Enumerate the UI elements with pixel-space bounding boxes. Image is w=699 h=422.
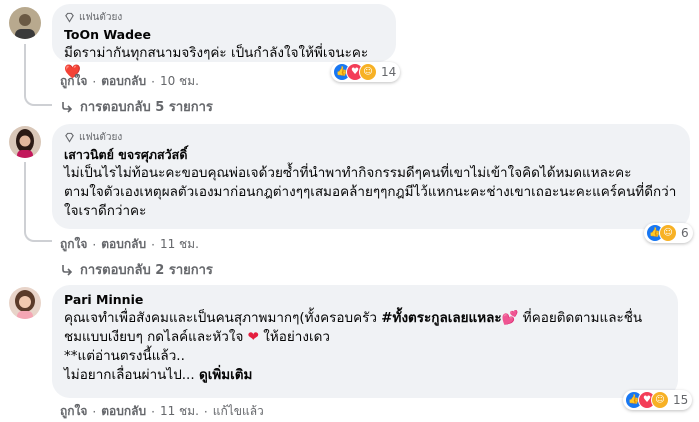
- comment-bubble: แฟนตัวยง เสาวนิตย์ ขจรศุภสวัสดิ์ ไม่เป็น…: [52, 124, 690, 229]
- replies-label: การตอบกลับ 5 รายการ: [80, 100, 213, 115]
- badge-label: แฟนตัวยง: [79, 11, 123, 23]
- comment-line: ไม่อยากเลื่อนผ่านไป... ดูเพิ่มเติม: [64, 367, 253, 383]
- reaction-summary[interactable]: 👍 ♥ ☺ 14: [331, 62, 401, 82]
- view-replies-button[interactable]: การตอบกลับ 5 รายการ: [60, 96, 213, 117]
- thread-connector: [24, 92, 52, 106]
- timestamp[interactable]: 11 ชม.: [160, 235, 199, 254]
- comment-line: ตามใจตัวเองเหตุผลตัวเองมาก่อนกฎต่างๆๆเสม…: [64, 184, 677, 200]
- timestamp[interactable]: 11 ชม.: [160, 402, 199, 421]
- diamond-icon: [65, 12, 74, 23]
- care-reaction-icon: ☺: [359, 63, 377, 81]
- comment-text: ไม่เป็นไรไม่ท้อนะคะขอบคุณพ่อเจด้วยซ้ำที่…: [64, 164, 678, 221]
- comment-author[interactable]: ToOn Wadee: [64, 27, 384, 43]
- comment-bubble: Pari Minnie คุณเจทำเพื่อสังคมและเป็นคนสุ…: [52, 285, 678, 398]
- comment-line: ชมแบบเงียบๆ กดไลค์และหัวใจ ❤ ให้อย่างเดว: [64, 329, 330, 345]
- top-fan-badge: แฟนตัวยง: [64, 10, 384, 24]
- comment-line: **แต่อ่านตรงนี้แล้ว..: [64, 348, 185, 364]
- separator: ·: [92, 237, 97, 252]
- top-fan-badge: แฟนตัวยง: [64, 130, 678, 144]
- thread-connector: [24, 228, 52, 242]
- avatar[interactable]: [9, 287, 41, 319]
- diamond-icon: [65, 132, 74, 143]
- like-button[interactable]: ถูกใจ: [60, 235, 87, 254]
- separator: ·: [151, 237, 155, 252]
- view-replies-button[interactable]: การตอบกลับ 2 รายการ: [60, 259, 213, 280]
- like-button[interactable]: ถูกใจ: [60, 72, 87, 91]
- comment-author[interactable]: เสาวนิตย์ ขจรศุภสวัสดิ์: [64, 147, 678, 163]
- comment-text: คุณเจทำเพื่อสังคมและเป็นคนสุภาพมากๆ(ทั้ง…: [64, 309, 666, 385]
- avatar[interactable]: [9, 7, 41, 39]
- reply-arrow-icon: [62, 101, 73, 113]
- edited-label: แก้ไขแล้ว: [212, 404, 264, 418]
- comment-actions: ถูกใจ · ตอบกลับ · 10 ชม.: [60, 72, 199, 91]
- separator: ·: [151, 404, 155, 419]
- comment-actions: ถูกใจ · ตอบกลับ · 11 ชม. · แก้ไขแล้ว: [60, 402, 264, 421]
- heart-emoji: ❤: [247, 329, 259, 345]
- reaction-count: 6: [681, 226, 689, 240]
- like-button[interactable]: ถูกใจ: [60, 402, 87, 421]
- reaction-summary[interactable]: 👍 ♥ ☺ 15: [623, 390, 693, 410]
- timestamp[interactable]: 10 ชม.: [160, 72, 199, 91]
- thread-line: [24, 44, 26, 94]
- care-reaction-icon: ☺: [659, 224, 677, 242]
- thread-line: [24, 162, 26, 230]
- comment-actions: ถูกใจ · ตอบกลับ · 11 ชม.: [60, 235, 199, 254]
- avatar[interactable]: [9, 126, 41, 158]
- comment-line: คุณเจทำเพื่อสังคมและเป็นคนสุภาพมากๆ(ทั้ง…: [64, 310, 643, 326]
- comment-bubble: แฟนตัวยง ToOn Wadee มีดราม่ากันทุกสนามจร…: [52, 4, 396, 80]
- reply-button[interactable]: ตอบกลับ: [101, 235, 146, 254]
- replies-label: การตอบกลับ 2 รายการ: [80, 263, 213, 278]
- comment-author[interactable]: Pari Minnie: [64, 292, 666, 308]
- reaction-count: 15: [673, 393, 689, 407]
- reply-button[interactable]: ตอบกลับ: [101, 402, 146, 421]
- badge-label: แฟนตัวยง: [79, 131, 123, 143]
- separator: ·: [92, 404, 97, 419]
- comment-line: ใจเราดีกว่าคะ: [64, 203, 147, 219]
- reply-arrow-icon: [62, 264, 73, 276]
- reaction-count: 14: [381, 65, 397, 79]
- separator: ·: [203, 404, 208, 419]
- see-more-link[interactable]: ดูเพิ่มเติม: [199, 367, 252, 383]
- reply-button[interactable]: ตอบกลับ: [101, 72, 146, 91]
- reaction-summary[interactable]: 👍 ☺ 6: [644, 223, 693, 243]
- separator: ·: [151, 74, 155, 89]
- hashtag-link[interactable]: #ทั้งตระกูลเลยแหละ: [381, 310, 501, 326]
- care-reaction-icon: ☺: [651, 391, 669, 409]
- heart-emoji: 💕: [501, 310, 519, 326]
- comment-line: ไม่เป็นไรไม่ท้อนะคะขอบคุณพ่อเจด้วยซ้ำที่…: [64, 165, 632, 181]
- separator: ·: [92, 74, 97, 89]
